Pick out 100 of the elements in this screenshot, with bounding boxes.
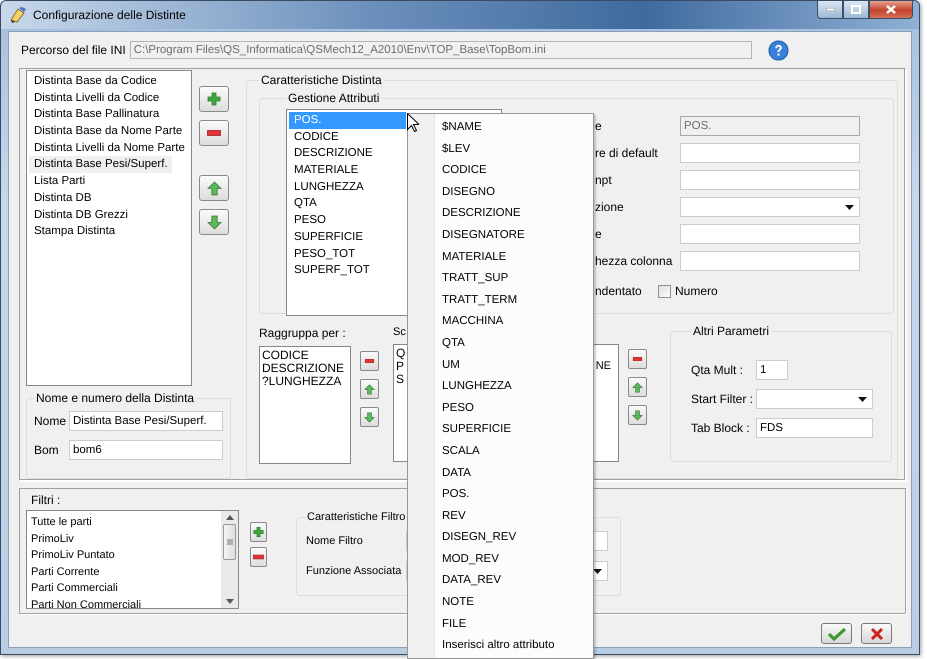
field-label: Tab Block :	[691, 421, 751, 435]
menu-item[interactable]: DESCRIZIONE	[442, 203, 554, 225]
list-item[interactable]: Distinta Livelli da Codice	[29, 90, 191, 106]
text-field[interactable]: POS.	[680, 116, 860, 136]
list-item[interactable]: Q	[396, 347, 406, 360]
move-down-button[interactable]	[628, 405, 647, 425]
list-item[interactable]: Parti Commerciali	[31, 580, 221, 596]
text-field[interactable]: 1	[756, 360, 788, 380]
add-button[interactable]	[250, 522, 267, 542]
group-title: Caratteristiche Filtro	[306, 511, 406, 523]
plus-icon	[253, 525, 264, 539]
list-item[interactable]: Lista Parti	[29, 173, 191, 190]
menu-item[interactable]: SUPERFICIE	[442, 419, 554, 441]
menu-item[interactable]: REV	[442, 506, 554, 528]
menu-item[interactable]: DISEGNO	[442, 182, 554, 204]
close-button[interactable]	[869, 1, 913, 19]
list-item[interactable]: Distinta Livelli da Nome Parte	[29, 140, 191, 156]
ok-button[interactable]	[821, 623, 852, 644]
text-field[interactable]	[680, 250, 860, 270]
list-item[interactable]: Distinta DB	[29, 190, 191, 206]
menu-item[interactable]: SCALA	[442, 440, 554, 462]
plus-icon	[207, 92, 221, 106]
menu-item[interactable]: MATERIALE	[442, 246, 554, 268]
list-item[interactable]: P	[396, 360, 404, 373]
minimize-icon	[826, 8, 834, 11]
cancel-button[interactable]	[861, 623, 892, 644]
list-item[interactable]: S	[396, 373, 404, 386]
field-label: Nome Filtro	[306, 535, 364, 547]
add-button[interactable]	[199, 86, 229, 112]
menu-item[interactable]: MOD_REV	[442, 548, 554, 570]
list-item[interactable]: Stampa Distinta	[29, 223, 191, 240]
menu-item[interactable]: QTA	[442, 332, 554, 355]
maximize-button[interactable]	[843, 1, 869, 19]
menu-item[interactable]: LUNGHEZZA	[442, 376, 554, 398]
menu-item[interactable]: POS.	[442, 484, 554, 506]
list-item[interactable]: PrimoLiv Puntato	[31, 547, 221, 564]
menu-item[interactable]: TRATT_TERM	[442, 290, 554, 312]
text-field[interactable]	[680, 170, 860, 190]
move-up-button[interactable]	[360, 379, 379, 399]
menu-item[interactable]: $LEV	[442, 138, 554, 160]
down-arrow-icon	[206, 214, 222, 230]
up-arrow-icon	[632, 382, 643, 392]
sort-by-label: Sc	[393, 326, 407, 338]
menu-item[interactable]: NOTE	[442, 592, 554, 614]
numero-checkbox[interactable]: Numero	[658, 284, 718, 298]
menu-item[interactable]: $NAME	[442, 117, 554, 139]
help-icon[interactable]	[768, 40, 789, 60]
filters-label: Filtri :	[30, 493, 62, 507]
minimize-button[interactable]	[817, 1, 843, 19]
scroll-up-arrow-icon[interactable]	[226, 515, 234, 520]
menu-item[interactable]: PESO	[442, 398, 554, 420]
list-item[interactable]: Distinta DB Grezzi	[29, 206, 191, 224]
list-item[interactable]: PrimoLiv	[31, 530, 221, 547]
list-item[interactable]: Parti Corrente	[31, 564, 221, 580]
move-down-button[interactable]	[199, 209, 229, 235]
text-field[interactable]	[680, 142, 860, 162]
menu-item[interactable]: CODICE	[442, 160, 554, 182]
list-item[interactable]: Distinta Base da Nome Parte	[29, 123, 191, 140]
text-field[interactable]: Distinta Base Pesi/Superf.	[69, 411, 223, 431]
text-field[interactable]: bom6	[69, 440, 223, 460]
move-up-button[interactable]	[628, 377, 647, 397]
menu-item[interactable]: UM	[442, 354, 554, 376]
menu-item[interactable]: DISEGN_REV	[442, 527, 554, 549]
down-arrow-icon	[632, 410, 643, 420]
menu-item[interactable]: Inserisci altro attributo	[442, 635, 554, 657]
remove-button[interactable]	[628, 349, 647, 369]
minus-icon	[253, 554, 264, 560]
mouse-cursor-icon	[407, 113, 419, 132]
list-item[interactable]: DESCRIZIONE	[262, 362, 350, 375]
move-up-button[interactable]	[199, 175, 229, 201]
ini-path-field[interactable]: C:\Program Files\QS_Informatica\QSMech12_A2010\Env\TOP_Base\TopBom.ini	[130, 41, 752, 59]
list-item[interactable]: Distinta Base Pallinatura	[29, 106, 191, 124]
list-item[interactable]: CODICE	[262, 349, 350, 362]
scroll-down-arrow-icon[interactable]	[226, 599, 234, 604]
up-arrow-icon	[206, 180, 222, 196]
field-label: e	[595, 118, 603, 132]
remove-button[interactable]	[250, 547, 267, 567]
app-icon	[9, 6, 27, 24]
remove-button[interactable]	[199, 120, 229, 146]
menu-item[interactable]: FILE	[442, 614, 554, 636]
menu-item[interactable]: DATA_REV	[442, 570, 554, 592]
text-field[interactable]	[680, 224, 860, 244]
scroll-thumb[interactable]	[223, 524, 236, 560]
menu-item[interactable]: MACCHINA	[442, 311, 554, 333]
menu-item[interactable]: DISEGNATORE	[442, 224, 554, 247]
text-field[interactable]: FDS	[756, 418, 873, 438]
list-item[interactable]: Tutte le parti	[31, 514, 221, 530]
scrollbar[interactable]	[221, 511, 238, 608]
list-item[interactable]: Distinta Base da Codice	[29, 73, 191, 90]
remove-button[interactable]	[360, 351, 379, 371]
list-item[interactable]: ?LUNGHEZZA	[262, 375, 350, 388]
list-item[interactable]: Parti Non Commerciali	[31, 596, 221, 608]
checkmark-icon	[828, 626, 846, 640]
move-down-button[interactable]	[360, 407, 379, 427]
minus-icon	[632, 357, 643, 361]
list-item[interactable]: NE	[596, 360, 611, 373]
grip-icon	[226, 539, 232, 545]
list-item[interactable]: Distinta Base Pesi/Superf.	[29, 156, 172, 174]
menu-item[interactable]: DATA	[442, 462, 554, 484]
menu-item[interactable]: TRATT_SUP	[442, 268, 554, 290]
